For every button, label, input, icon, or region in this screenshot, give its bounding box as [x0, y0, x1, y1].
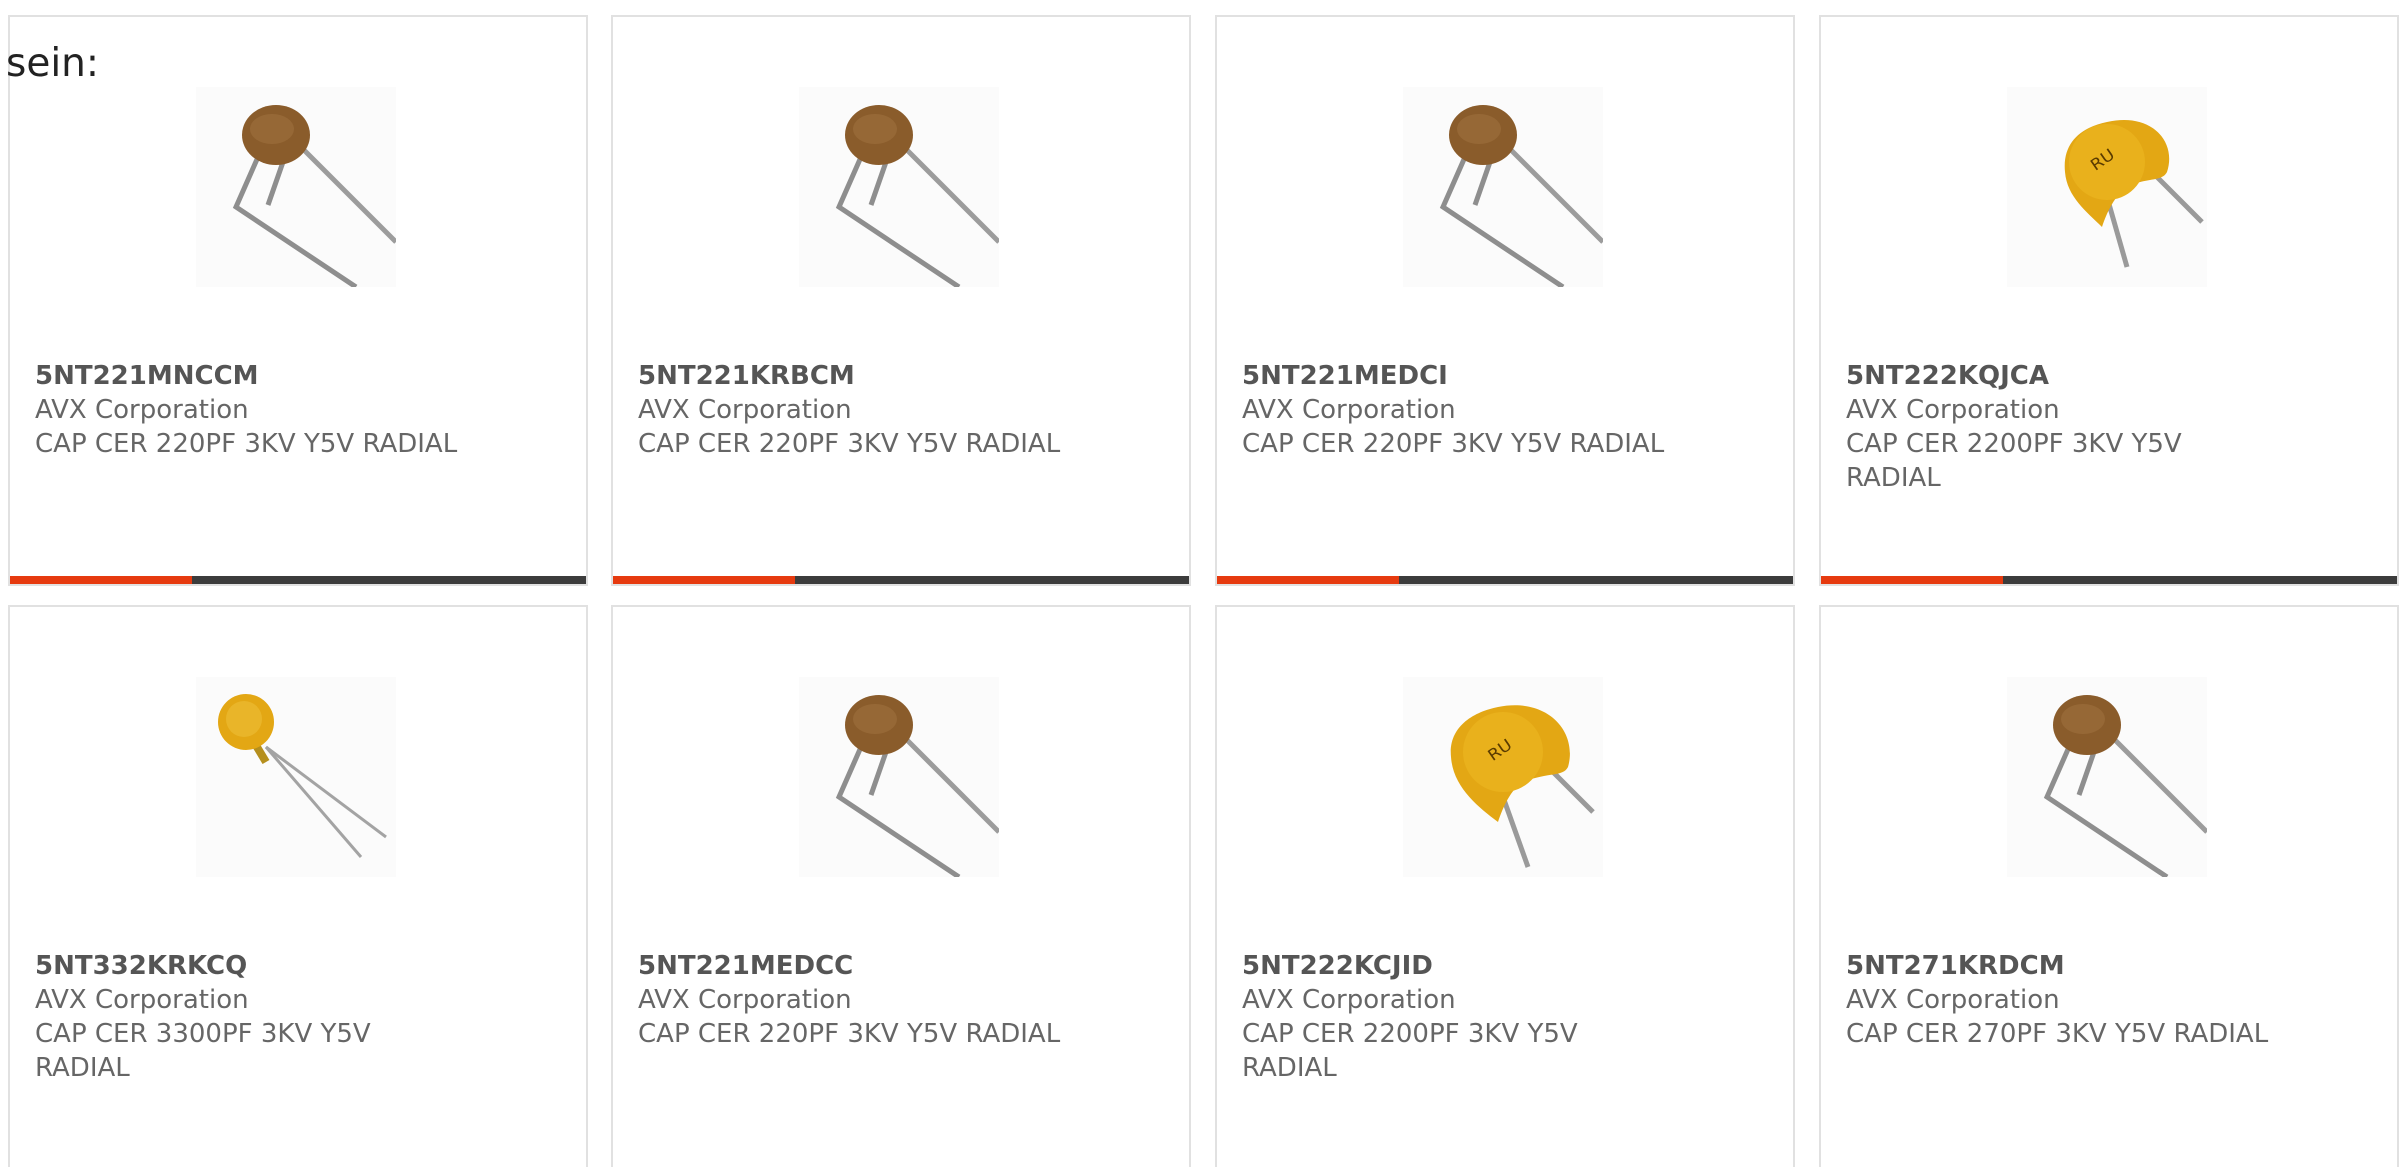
- accent-bar: [1217, 576, 1399, 584]
- product-description: CAP CER 2200PF 3KV Y5V RADIAL: [1242, 1019, 1578, 1083]
- product-description: CAP CER 270PF 3KV Y5V RADIAL: [1846, 1019, 2269, 1049]
- card-footer-bar: [1821, 576, 2397, 584]
- product-card[interactable]: ᴿᵁ 5NT222KCJID AVX Corporation CAP CER 2…: [1215, 605, 1795, 1167]
- dark-bar: [2003, 576, 2397, 584]
- small-yellow-disc-capacitor-icon[interactable]: [196, 677, 396, 877]
- dark-bar: [795, 576, 1189, 584]
- part-number[interactable]: 5NT221KRBCM: [638, 359, 855, 393]
- product-description: CAP CER 220PF 3KV Y5V RADIAL: [638, 1019, 1061, 1049]
- brown-disc-capacitor-icon[interactable]: [799, 677, 999, 877]
- product-description: CAP CER 3300PF 3KV Y5V RADIAL: [35, 1019, 371, 1083]
- dark-bar: [1399, 576, 1793, 584]
- part-number[interactable]: 5NT222KCJID: [1242, 949, 1433, 983]
- product-card[interactable]: 5NT221MNCCM AVX Corporation CAP CER 220P…: [8, 15, 588, 586]
- brown-disc-capacitor-icon[interactable]: [196, 87, 396, 287]
- accent-bar: [613, 576, 795, 584]
- product-card[interactable]: 5NT221KRBCM AVX Corporation CAP CER 220P…: [611, 15, 1191, 586]
- manufacturer: AVX Corporation: [1846, 985, 2060, 1015]
- manufacturer: AVX Corporation: [638, 395, 852, 425]
- dark-bar: [192, 576, 586, 584]
- part-number[interactable]: 5NT221MEDCI: [1242, 359, 1448, 393]
- manufacturer: AVX Corporation: [638, 985, 852, 1015]
- product-card[interactable]: ᴿᵁ 5NT222KQJCA AVX Corporation CAP CER 2…: [1819, 15, 2399, 586]
- product-card[interactable]: 5NT221MEDCI AVX Corporation CAP CER 220P…: [1215, 15, 1795, 586]
- manufacturer: AVX Corporation: [35, 985, 249, 1015]
- yellow-disc-capacitor-icon[interactable]: ᴿᵁ: [1403, 677, 1603, 877]
- part-number[interactable]: 5NT332KRKCQ: [35, 949, 247, 983]
- intro-text: sein:: [6, 41, 100, 86]
- part-number[interactable]: 5NT221MNCCM: [35, 359, 259, 393]
- product-description: CAP CER 220PF 3KV Y5V RADIAL: [35, 429, 458, 459]
- manufacturer: AVX Corporation: [1242, 985, 1456, 1015]
- brown-disc-capacitor-icon[interactable]: [2007, 677, 2207, 877]
- manufacturer: AVX Corporation: [1846, 395, 2060, 425]
- accent-bar: [10, 576, 192, 584]
- brown-disc-capacitor-icon[interactable]: [1403, 87, 1603, 287]
- card-footer-bar: [10, 576, 586, 584]
- product-description: CAP CER 220PF 3KV Y5V RADIAL: [1242, 429, 1665, 459]
- page: sein: 5NT221MNCCM AVX Corporation CAP CE…: [0, 0, 2400, 1167]
- product-card[interactable]: 5NT332KRKCQ AVX Corporation CAP CER 3300…: [8, 605, 588, 1167]
- manufacturer: AVX Corporation: [35, 395, 249, 425]
- accent-bar: [1821, 576, 2003, 584]
- part-number[interactable]: 5NT222KQJCA: [1846, 359, 2049, 393]
- brown-disc-capacitor-icon[interactable]: [799, 87, 999, 287]
- yellow-disc-capacitor-icon[interactable]: ᴿᵁ: [2007, 87, 2207, 287]
- part-number[interactable]: 5NT271KRDCM: [1846, 949, 2065, 983]
- card-footer-bar: [1217, 576, 1793, 584]
- product-card[interactable]: 5NT271KRDCM AVX Corporation CAP CER 270P…: [1819, 605, 2399, 1167]
- product-description: CAP CER 220PF 3KV Y5V RADIAL: [638, 429, 1061, 459]
- part-number[interactable]: 5NT221MEDCC: [638, 949, 853, 983]
- product-grid: 5NT221MNCCM AVX Corporation CAP CER 220P…: [0, 0, 2400, 1167]
- card-footer-bar: [613, 576, 1189, 584]
- product-description: CAP CER 2200PF 3KV Y5V RADIAL: [1846, 429, 2182, 493]
- manufacturer: AVX Corporation: [1242, 395, 1456, 425]
- product-card[interactable]: 5NT221MEDCC AVX Corporation CAP CER 220P…: [611, 605, 1191, 1167]
